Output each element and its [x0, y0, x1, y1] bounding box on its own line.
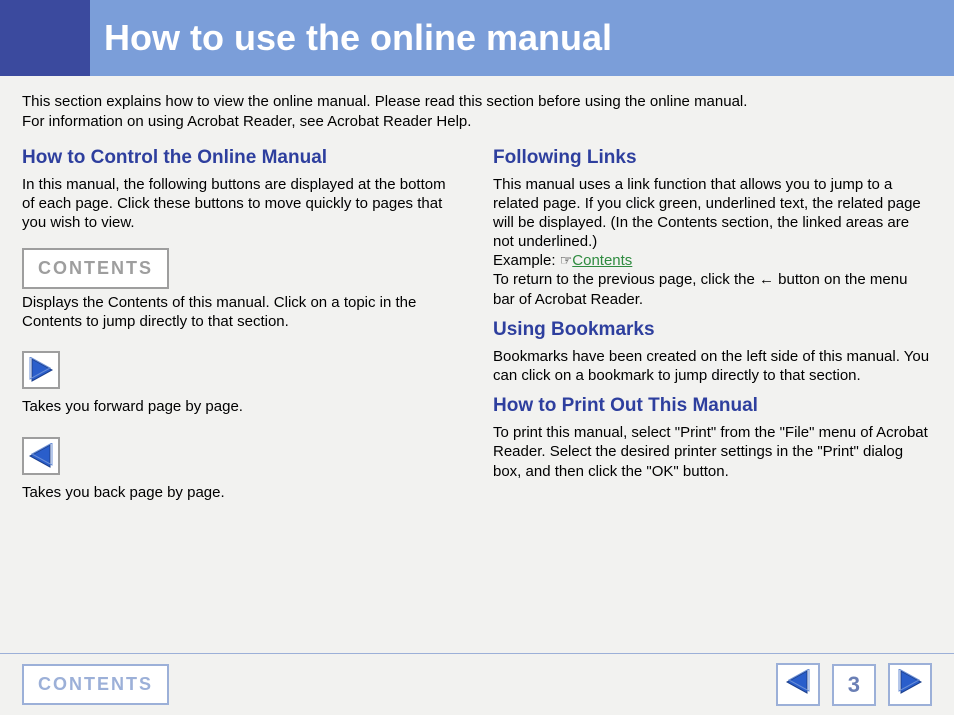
forward-icon — [28, 357, 54, 383]
footer-back-icon — [785, 669, 811, 700]
intro-line-2: For information on using Acrobat Reader,… — [22, 112, 932, 132]
section-heading-bookmarks: Using Bookmarks — [493, 319, 932, 341]
back-button-example[interactable] — [22, 437, 60, 475]
footer-forward-icon — [897, 669, 923, 700]
back-arrow-icon: ← — [759, 270, 774, 289]
intro-text: This section explains how to view the on… — [0, 76, 954, 143]
print-text: To print this manual, select "Print" fro… — [493, 423, 932, 481]
back-button-desc: Takes you back page by page. — [22, 483, 461, 502]
return-text-a: To return to the previous page, click th… — [493, 271, 759, 288]
left-column: How to Control the Online Manual In this… — [22, 143, 461, 512]
links-paragraph: This manual uses a link function that al… — [493, 175, 932, 309]
intro-line-1: This section explains how to view the on… — [22, 92, 932, 112]
footer-nav: 3 — [776, 663, 932, 706]
forward-button-example[interactable] — [22, 351, 60, 389]
links-text-a: This manual uses a link function that al… — [493, 176, 921, 251]
footer-forward-button[interactable] — [888, 663, 932, 706]
pointer-icon: ☞ — [560, 252, 573, 270]
control-intro-text: In this manual, the following buttons ar… — [22, 175, 461, 233]
example-label: Example: — [493, 252, 560, 269]
section-heading-print: How to Print Out This Manual — [493, 395, 932, 417]
back-icon — [28, 443, 54, 469]
page-title: How to use the online manual — [104, 17, 612, 59]
contents-button-example[interactable]: CONTENTS — [22, 248, 169, 289]
footer-contents-label: CONTENTS — [38, 674, 153, 694]
page-header: How to use the online manual — [0, 0, 954, 76]
example-link[interactable]: Contents — [572, 252, 632, 269]
page-number: 3 — [832, 664, 876, 706]
page-footer: CONTENTS 3 — [0, 653, 954, 715]
contents-button-label: CONTENTS — [38, 258, 153, 278]
footer-back-button[interactable] — [776, 663, 820, 706]
right-column: Following Links This manual uses a link … — [493, 143, 932, 512]
header-main: How to use the online manual — [90, 0, 954, 76]
header-accent-block — [0, 0, 90, 76]
bookmarks-text: Bookmarks have been created on the left … — [493, 347, 932, 385]
contents-button-desc: Displays the Contents of this manual. Cl… — [22, 293, 461, 331]
footer-contents-button[interactable]: CONTENTS — [22, 664, 169, 705]
section-heading-links: Following Links — [493, 147, 932, 169]
forward-button-desc: Takes you forward page by page. — [22, 397, 461, 416]
section-heading-control: How to Control the Online Manual — [22, 147, 461, 169]
